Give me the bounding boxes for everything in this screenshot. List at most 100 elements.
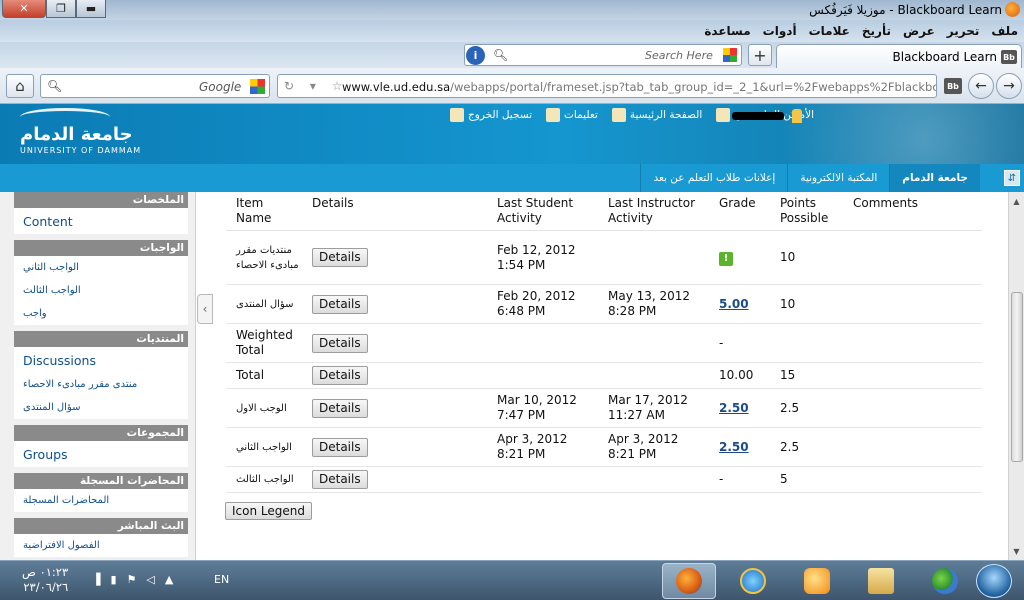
folder-icon — [868, 568, 894, 594]
help-link[interactable]: تعليمات — [546, 108, 598, 122]
scrollbar-thumb[interactable] — [1011, 292, 1023, 462]
last-student-activity: Mar 10, 2012 7:47 PM — [487, 388, 598, 428]
url-path: /webapps/portal/frameset.jsp?tab_tab_gro… — [450, 80, 937, 94]
tab-distance-announcements[interactable]: إعلانات طلاب التعلم عن بعد — [640, 164, 787, 192]
logo-arabic-name: جامعة الدمام — [20, 124, 133, 145]
url-bar[interactable]: ↻ ▾ ☆ www.vle.ud.edu.sa/webapps/portal/f… — [277, 74, 937, 98]
item-name: Weighted Total — [226, 323, 302, 363]
scroll-down-icon[interactable]: ▼ — [1010, 544, 1023, 558]
col-last-instructor-activity[interactable]: Last Instructor Activity — [598, 192, 709, 231]
language-indicator[interactable]: EN — [214, 573, 229, 586]
menu-item-statistics-forum[interactable]: منتدى مقرر مبادىء الاحصاء — [14, 373, 188, 396]
window-titlebar: ✕ ❐ ▬ Blackboard Learn - موزيلا فَيَرفُك… — [0, 0, 1024, 20]
search-engine-icon[interactable] — [723, 48, 737, 62]
menu-item-assignment-3[interactable]: الواجب الثالث — [14, 279, 188, 302]
google-search-input[interactable]: 🔍︎ Google — [40, 74, 270, 98]
expand-collapse-icon[interactable]: ⇵ — [1004, 170, 1020, 186]
needs-grading-icon[interactable]: ! — [719, 251, 733, 266]
last-student-activity — [487, 466, 598, 493]
grades-content: Item Name Details Last Student Activity … — [214, 192, 1008, 560]
menu-edit[interactable]: تحرير — [947, 24, 980, 38]
menu-item-content[interactable]: Content — [14, 208, 188, 234]
grade-link[interactable]: 2.50 — [719, 401, 749, 415]
icon-legend-button[interactable]: Icon Legend — [225, 502, 312, 520]
explorer-taskbar-button[interactable] — [854, 563, 908, 599]
volume-icon[interactable]: ◁ — [146, 573, 154, 586]
details-button[interactable]: Details — [312, 437, 368, 457]
messenger-icon — [932, 568, 958, 594]
toolbar-search-input[interactable]: i 🔍︎ Search Here — [464, 44, 742, 66]
home-button[interactable]: ⌂ — [6, 74, 34, 98]
minimize-window-button[interactable]: ▬ — [76, 0, 106, 18]
url-bar-action-icons[interactable]: ↻ ▾ ☆ — [284, 79, 348, 93]
back-button[interactable]: ← — [968, 73, 994, 99]
details-button[interactable]: Details — [312, 470, 368, 489]
help-icon — [546, 108, 561, 122]
menu-item-recorded-lectures[interactable]: المحاضرات المسجلة — [14, 489, 188, 512]
grade-link[interactable]: 5.00 — [719, 297, 749, 311]
scroll-up-icon[interactable]: ▲ — [1010, 194, 1023, 208]
media-player-taskbar-button[interactable] — [790, 563, 844, 599]
window-title: Blackboard Learn - موزيلا فَيَرفُكس — [809, 3, 1002, 17]
vertical-scrollbar[interactable]: ▲ ▼ — [1008, 192, 1024, 560]
firefox-icon — [676, 568, 702, 594]
menu-item-assignment[interactable]: واجب — [14, 302, 188, 325]
menu-history[interactable]: تأريخ — [862, 24, 891, 38]
flag-icon[interactable]: ⚑ — [127, 573, 137, 586]
last-student-activity: Feb 12, 2012 1:54 PM — [487, 230, 598, 285]
menu-item-groups[interactable]: Groups — [14, 441, 188, 467]
menu-file[interactable]: ملف — [991, 24, 1018, 38]
grade-link[interactable]: 2.50 — [719, 440, 749, 454]
ie-taskbar-button[interactable] — [726, 563, 780, 599]
tray-expand-icon[interactable]: ▲ — [165, 573, 173, 586]
start-button[interactable] — [976, 564, 1012, 598]
messenger-taskbar-button[interactable] — [918, 563, 972, 599]
logout-link[interactable]: تسجيل الخروج — [449, 108, 532, 122]
details-button[interactable]: Details — [312, 294, 368, 314]
menu-heading-assignments: الواجبات — [14, 240, 188, 256]
details-button[interactable]: Details — [312, 398, 368, 418]
signal-icon[interactable]: ▐ — [92, 573, 100, 586]
collapse-menu-button[interactable]: ‹ — [197, 294, 213, 324]
points-possible: 2.5 — [770, 427, 843, 467]
restore-window-button[interactable]: ❐ — [46, 0, 76, 18]
close-window-button[interactable]: ✕ — [2, 0, 46, 18]
menu-tools[interactable]: أدوات — [763, 24, 797, 38]
tab-university[interactable]: جامعة الدمام — [889, 164, 980, 192]
menu-heading-recorded-lectures: المحاضرات المسجلة — [14, 473, 188, 489]
menu-item-discussions[interactable]: Discussions — [14, 347, 188, 373]
google-search-placeholder: Google — [199, 80, 242, 94]
menu-bookmarks[interactable]: علامات — [809, 24, 850, 38]
item-name: الوجب الاول — [226, 388, 302, 428]
menu-view[interactable]: عرض — [903, 24, 935, 38]
table-row: الواجب الثاني Details Apr 3, 2012 8:21 P… — [226, 427, 982, 467]
tab-blackboard-learn[interactable]: Blackboard Learn Bb — [776, 44, 1022, 68]
menu-item-assignment-2[interactable]: الواجب الثاني — [14, 256, 188, 279]
comments-cell — [843, 466, 982, 493]
details-button[interactable]: Details — [312, 248, 368, 267]
google-icon[interactable] — [250, 79, 265, 94]
tab-elibrary[interactable]: المكتبة الالكترونية — [787, 164, 889, 192]
system-clock[interactable]: ٠١:٢٣ ص ٢٣/٠٦/٢٦ — [22, 565, 68, 595]
menu-help[interactable]: مساعدة — [704, 24, 750, 38]
col-points-possible[interactable]: Points Possible — [770, 192, 843, 231]
home-page-link[interactable]: الصفحة الرئيسية — [611, 108, 702, 122]
forward-button[interactable]: → — [996, 73, 1022, 99]
grade-cell: - — [709, 466, 770, 493]
menu-heading-forums: المنتديات — [14, 331, 188, 347]
new-tab-button[interactable]: + — [748, 44, 772, 66]
col-item-name[interactable]: Item Name — [226, 192, 302, 231]
university-logo[interactable]: جامعة الدمام UNIVERSITY OF DAMMAM — [20, 108, 141, 155]
details-button[interactable]: Details — [312, 333, 368, 353]
col-grade[interactable]: Grade — [709, 192, 770, 231]
menu-item-virtual-classes[interactable]: الفصول الافتراضية — [14, 534, 188, 557]
details-button[interactable]: Details — [312, 366, 368, 385]
menu-item-forum-question[interactable]: سؤال المنتدى — [14, 396, 188, 419]
col-last-student-activity[interactable]: Last Student Activity — [487, 192, 598, 231]
battery-icon[interactable]: ▮ — [110, 573, 116, 586]
firefox-taskbar-button[interactable] — [662, 563, 716, 599]
system-tray: ▐ ▮ ⚑ ◁ ▲ — [92, 573, 173, 586]
info-icon[interactable]: i — [466, 46, 485, 65]
comments-cell — [843, 323, 982, 363]
table-row: الواجب الثالث Details - 5 — [226, 466, 982, 493]
